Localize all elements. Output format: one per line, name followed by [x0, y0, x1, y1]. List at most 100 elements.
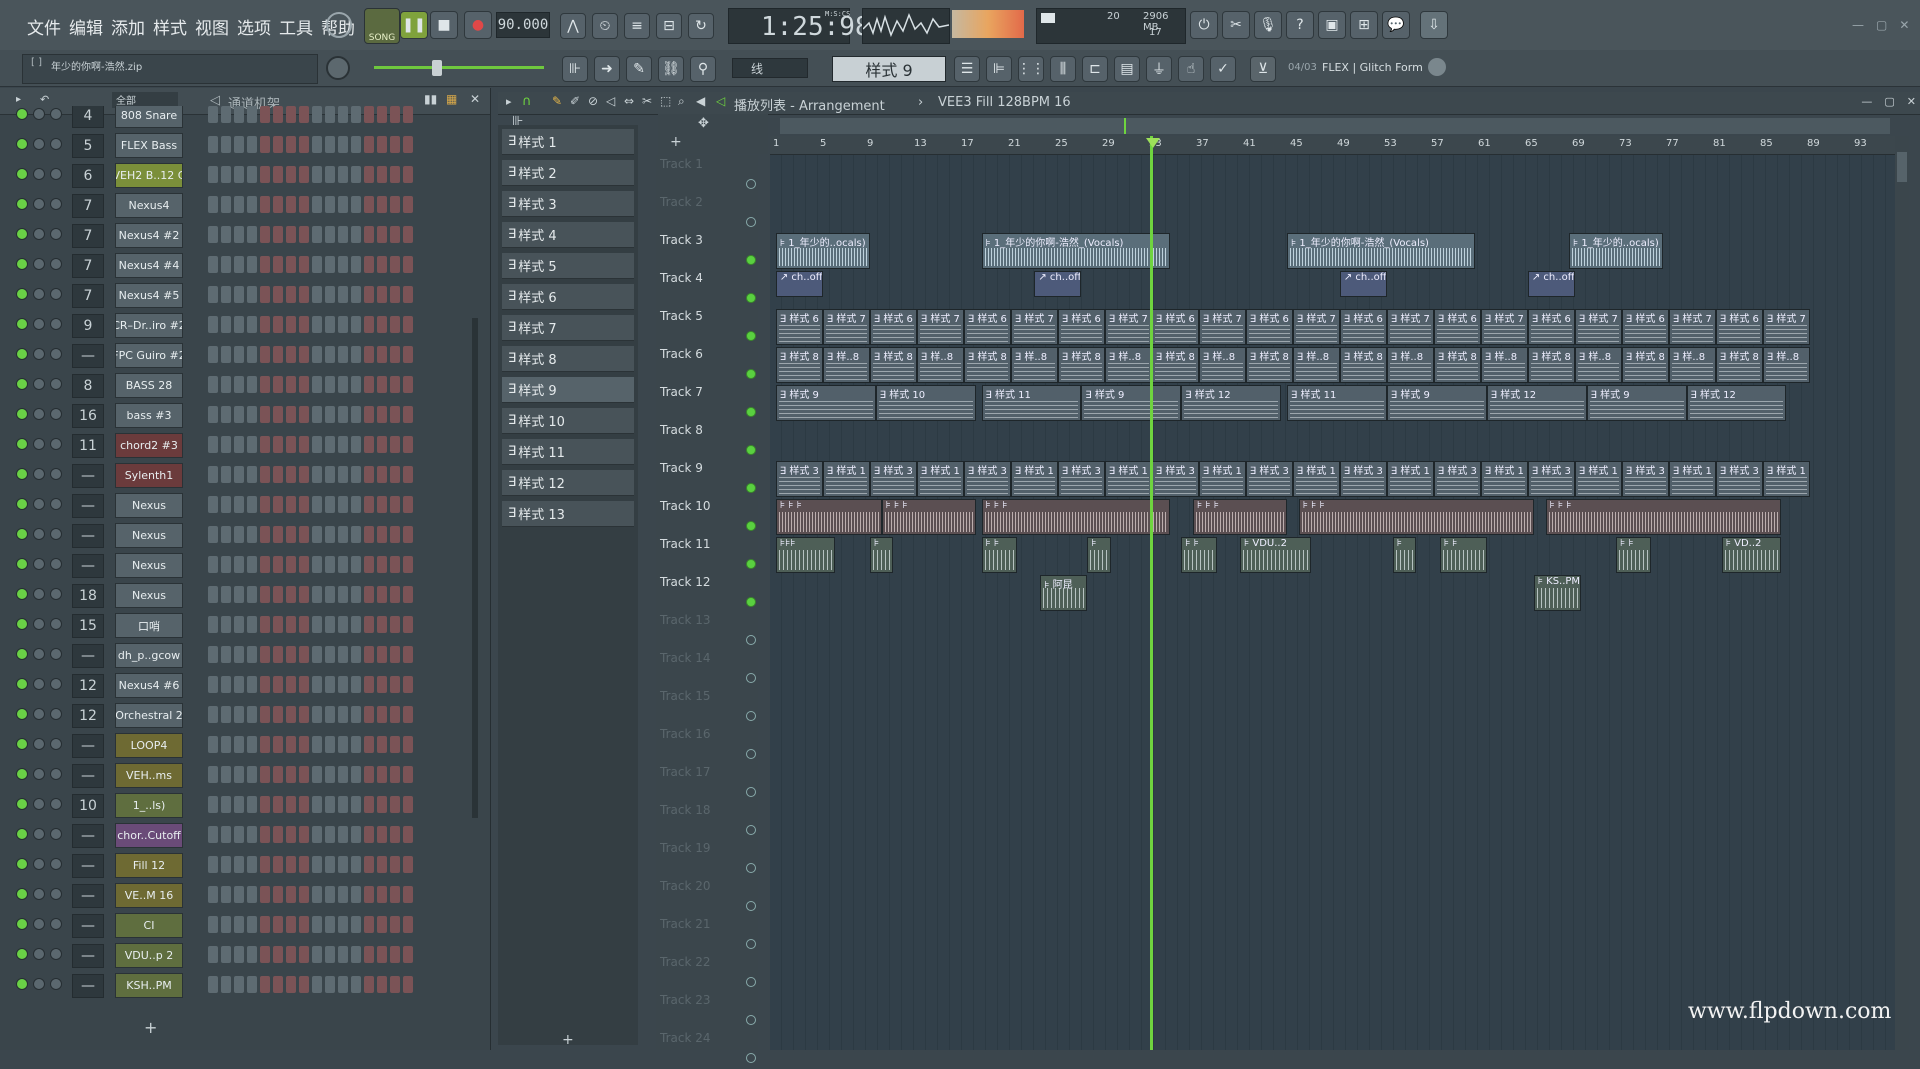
step-button[interactable] — [377, 886, 387, 903]
channel-name-button[interactable]: chord2 #3 — [115, 433, 183, 458]
step-button[interactable] — [403, 106, 413, 123]
volume-knob-icon[interactable] — [50, 708, 62, 720]
mute-led-icon[interactable] — [16, 708, 28, 720]
mute-led-icon[interactable] — [16, 948, 28, 960]
magnet-icon[interactable]: ∩ — [522, 94, 532, 109]
step-button[interactable] — [273, 976, 283, 993]
step-button[interactable] — [377, 946, 387, 963]
step-button[interactable] — [273, 106, 283, 123]
news-plugin[interactable]: FLEX | Glitch Form — [1322, 61, 1423, 74]
playlist-scroll-thumb[interactable] — [1897, 152, 1907, 182]
pattern-clip[interactable]: ∃ 样式 7 — [1010, 309, 1058, 345]
shop-button[interactable]: ⊻ — [1250, 56, 1276, 82]
step-button[interactable] — [338, 946, 348, 963]
mixer-track-number[interactable]: — — [72, 464, 104, 488]
add-track-button[interactable]: + — [670, 134, 682, 150]
mixer-track-number[interactable]: 6 — [72, 164, 104, 188]
track-enable-icon[interactable] — [746, 939, 756, 949]
pattern-clip[interactable]: ∃ 样式 9 — [1081, 385, 1182, 421]
step-button[interactable] — [208, 406, 218, 423]
track-header[interactable]: Track 24 — [660, 1031, 760, 1069]
step-button[interactable] — [325, 526, 335, 543]
step-button[interactable] — [403, 946, 413, 963]
step-button[interactable] — [260, 526, 270, 543]
browser-button[interactable]: ⊏ — [1082, 56, 1108, 82]
channel-name-button[interactable]: Nexus4 #4 — [115, 253, 183, 278]
mixer-track-number[interactable]: — — [72, 344, 104, 368]
channel-row[interactable]: — FPC Guiro #2 — [0, 340, 470, 370]
step-button[interactable] — [403, 976, 413, 993]
master-pitch-knob[interactable] — [326, 56, 350, 80]
playlist-close-icon[interactable]: ✕ — [1907, 95, 1916, 108]
step-button[interactable] — [299, 706, 309, 723]
step-button[interactable] — [208, 496, 218, 513]
step-button[interactable] — [364, 856, 374, 873]
globe-icon[interactable] — [1428, 58, 1446, 76]
pattern-clip[interactable]: ∃ 样式 8 — [1245, 347, 1293, 383]
step-button[interactable] — [234, 976, 244, 993]
step-button[interactable] — [325, 466, 335, 483]
channel-name-button[interactable]: 808 Snare — [115, 106, 183, 128]
step-button[interactable] — [377, 676, 387, 693]
step-button[interactable] — [338, 196, 348, 213]
mute-led-icon[interactable] — [16, 888, 28, 900]
step-button[interactable] — [351, 676, 361, 693]
snap-select[interactable]: 线 — [732, 58, 808, 78]
step-button[interactable] — [273, 856, 283, 873]
step-button[interactable] — [208, 676, 218, 693]
pattern-clip[interactable]: ∃ 样式 7 — [916, 309, 964, 345]
step-button[interactable] — [260, 436, 270, 453]
step-button[interactable] — [299, 106, 309, 123]
pattern-clip[interactable]: ∃ 样式 3 — [775, 461, 823, 497]
step-button[interactable] — [208, 256, 218, 273]
step-button[interactable] — [234, 796, 244, 813]
sample-clip[interactable]: ⊧ — [1392, 537, 1417, 573]
automation-clip[interactable]: ↗ ch..off — [1339, 271, 1387, 297]
volume-knob-icon[interactable] — [50, 738, 62, 750]
step-button[interactable] — [221, 796, 231, 813]
menu-view[interactable]: 视图 — [192, 14, 232, 39]
track-enable-icon[interactable] — [746, 179, 756, 189]
step-button[interactable] — [221, 556, 231, 573]
sample-clip[interactable]: ⊧ ⊧ — [1616, 537, 1652, 573]
step-button[interactable] — [364, 526, 374, 543]
volume-knob-icon[interactable] — [50, 618, 62, 630]
step-button[interactable] — [247, 226, 257, 243]
mute-led-icon[interactable] — [16, 438, 28, 450]
mixer-track-number[interactable]: — — [72, 494, 104, 518]
step-button[interactable] — [312, 166, 322, 183]
step-button[interactable] — [390, 526, 400, 543]
mute-led-icon[interactable] — [16, 918, 28, 930]
step-button[interactable] — [234, 256, 244, 273]
step-button[interactable] — [273, 946, 283, 963]
pan-knob-icon[interactable] — [33, 678, 45, 690]
menu-add[interactable]: 添加 — [108, 14, 148, 39]
step-button[interactable] — [403, 736, 413, 753]
step-button[interactable] — [273, 556, 283, 573]
close-icon[interactable]: ✕ — [1899, 18, 1909, 32]
step-button[interactable] — [377, 106, 387, 123]
track-header[interactable]: Track 3 — [660, 233, 760, 271]
countdown-button[interactable]: ≡ — [624, 13, 650, 39]
pattern-clip[interactable]: ∃ 样..8 — [822, 347, 870, 383]
pattern-clip[interactable]: ∃ 样式 6 — [775, 309, 823, 345]
draw-button[interactable]: ✎ — [626, 56, 652, 82]
track-header[interactable]: Track 9 — [660, 461, 760, 499]
channel-name-button[interactable]: VE..M 16 — [115, 883, 183, 908]
step-button[interactable] — [260, 226, 270, 243]
sample-clip[interactable]: ⊧ — [1087, 537, 1111, 573]
pattern-clip[interactable]: ∃ 样式 6 — [963, 309, 1011, 345]
step-button[interactable] — [338, 106, 348, 123]
mixer-track-number[interactable]: 9 — [72, 314, 104, 338]
step-button[interactable] — [299, 976, 309, 993]
track-enable-icon[interactable] — [746, 407, 756, 417]
step-button[interactable] — [221, 286, 231, 303]
mute-led-icon[interactable] — [16, 558, 28, 570]
track-header[interactable]: Track 15 — [660, 689, 760, 727]
track-header[interactable]: Track 17 — [660, 765, 760, 803]
volume-knob-icon[interactable] — [50, 108, 62, 120]
mute-led-icon[interactable] — [16, 828, 28, 840]
volume-knob-icon[interactable] — [50, 288, 62, 300]
pattern-clip[interactable]: ∃ 样式 6 — [869, 309, 917, 345]
step-button[interactable] — [325, 226, 335, 243]
